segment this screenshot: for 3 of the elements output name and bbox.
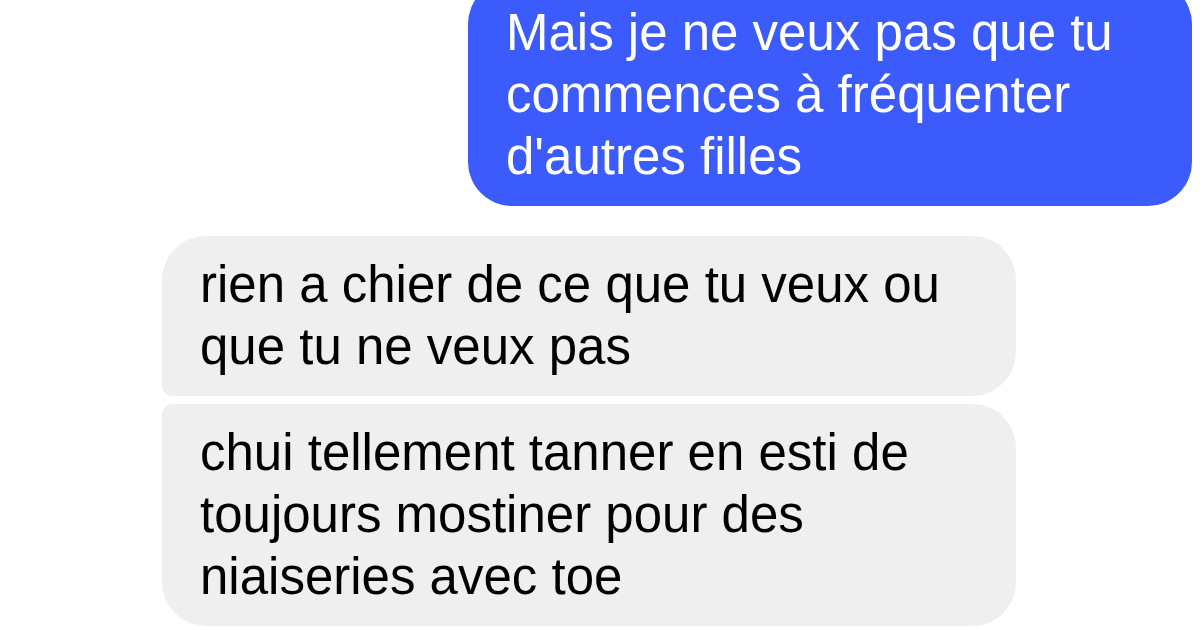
message-text: rien a chier de ce que tu veux ou que tu ne veux pas bbox=[200, 255, 941, 377]
message-text: Mais je ne veux pas que tu commences à fréquenter d'autres filles bbox=[506, 3, 1114, 187]
message-text: chui tellement tanner en esti de toujours mostiner pour des niaiseries avec toe bbox=[200, 423, 910, 607]
